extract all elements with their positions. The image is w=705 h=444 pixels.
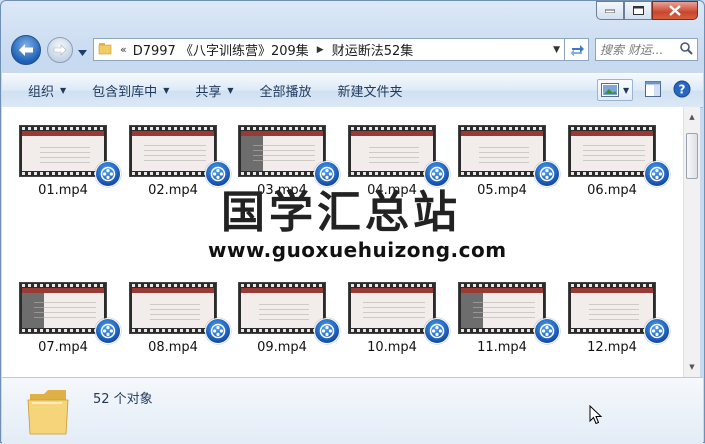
video-thumbnail	[568, 282, 656, 334]
chevron-down-icon: ▼	[163, 86, 170, 95]
file-item[interactable]: 09.mp4	[238, 282, 342, 360]
search-input[interactable]	[600, 42, 676, 57]
file-name: 09.mp4	[257, 340, 307, 355]
toolbar-right-group: ▼ ?	[597, 79, 691, 101]
breadcrumb-current[interactable]: 财运断法52集	[332, 40, 414, 59]
breadcrumb-parent[interactable]: D7997 《八字训练营》209集	[133, 40, 309, 59]
folder-icon	[98, 41, 112, 58]
file-item[interactable]: 12.mp4	[568, 282, 672, 360]
file-item[interactable]: 07.mp4	[19, 282, 123, 360]
file-item[interactable]: 11.mp4	[458, 282, 562, 360]
toolbar-organize[interactable]: 组织 ▼	[28, 81, 66, 100]
chevron-down-icon[interactable]: ▼	[623, 86, 629, 95]
video-thumbnail	[568, 125, 656, 177]
preview-pane-button[interactable]	[645, 80, 661, 100]
chevron-down-icon	[78, 50, 87, 56]
toolbar-play-all[interactable]: 全部播放	[260, 81, 312, 100]
chevron-down-icon: ▼	[60, 86, 67, 95]
toolbar-new-folder[interactable]: 新建文件夹	[338, 81, 403, 100]
close-button[interactable]	[652, 1, 698, 20]
change-view-button[interactable]: ▼	[597, 79, 633, 101]
view-icon	[601, 83, 619, 97]
file-item[interactable]: 02.mp4	[129, 125, 233, 203]
video-thumbnail	[348, 125, 436, 177]
arrow-left-icon	[19, 44, 33, 56]
refresh-icon	[570, 44, 584, 56]
window-caption-buttons	[596, 1, 698, 20]
arrow-right-icon	[53, 44, 67, 56]
svg-text:?: ?	[679, 82, 686, 96]
minimize-icon	[605, 9, 615, 13]
breadcrumb-overflow[interactable]: «	[120, 43, 127, 56]
search-box[interactable]	[595, 38, 698, 61]
video-thumbnail	[19, 125, 107, 177]
maximize-icon	[632, 6, 644, 15]
toolbar-new-folder-label: 新建文件夹	[337, 85, 403, 100]
preview-pane-icon	[645, 80, 661, 97]
toolbar-include-in-library[interactable]: 包含到库中 ▼	[92, 81, 169, 100]
toolbar-include-label: 包含到库中	[92, 85, 158, 100]
help-icon: ?	[673, 80, 691, 97]
scroll-up-icon[interactable]: ▲	[684, 109, 700, 125]
refresh-button[interactable]	[565, 38, 589, 61]
toolbar-organize-label: 组织	[28, 85, 55, 100]
toolbar-share-label: 共享	[195, 85, 222, 100]
file-name: 06.mp4	[587, 183, 637, 198]
video-thumbnail	[238, 282, 326, 334]
watermark-title: 国学汇总站	[221, 187, 461, 238]
file-item[interactable]: 08.mp4	[129, 282, 233, 360]
address-bar[interactable]: « D7997 《八字训练营》209集 ▶ 财运断法52集 ▼	[93, 38, 565, 61]
mouse-cursor-icon	[589, 405, 603, 425]
file-name: 02.mp4	[148, 183, 198, 198]
video-thumbnail	[238, 125, 326, 177]
maximize-button[interactable]	[624, 1, 652, 20]
video-thumbnail	[458, 125, 546, 177]
command-toolbar: 组织 ▼ 包含到库中 ▼ 共享 ▼ 全部播放 新建文件夹 ▼ ?	[2, 73, 703, 108]
scroll-down-icon[interactable]: ▼	[684, 359, 700, 375]
vertical-scrollbar[interactable]: ▲ ▼	[683, 107, 700, 377]
video-thumbnail	[458, 282, 546, 334]
file-name: 12.mp4	[587, 340, 637, 355]
help-button[interactable]: ?	[673, 80, 691, 101]
file-item[interactable]: 06.mp4	[568, 125, 672, 203]
file-name: 11.mp4	[477, 340, 527, 355]
scroll-thumb[interactable]	[686, 133, 698, 179]
file-name: 08.mp4	[148, 340, 198, 355]
breadcrumb-separator-icon[interactable]: ▶	[317, 45, 324, 55]
folder-large-icon	[26, 384, 70, 439]
close-icon	[669, 5, 681, 16]
navigation-bar: « D7997 《八字训练营》209集 ▶ 财运断法52集 ▼	[9, 34, 698, 66]
file-name: 07.mp4	[38, 340, 88, 355]
toolbar-play-all-label: 全部播放	[259, 85, 312, 100]
file-name: 01.mp4	[38, 183, 88, 198]
forward-button[interactable]	[47, 37, 73, 63]
video-thumbnail	[19, 282, 107, 334]
watermark-url: www.guoxuehuizong.com	[208, 238, 507, 262]
item-count: 52 个对象	[93, 392, 153, 407]
search-icon[interactable]	[680, 41, 693, 58]
recent-pages-button[interactable]	[78, 45, 87, 59]
file-item[interactable]: 01.mp4	[19, 125, 123, 203]
video-thumbnail	[129, 282, 217, 334]
video-thumbnail	[348, 282, 436, 334]
chevron-down-icon: ▼	[227, 86, 234, 95]
file-item[interactable]: 10.mp4	[348, 282, 452, 360]
minimize-button[interactable]	[596, 1, 624, 20]
video-thumbnail	[129, 125, 217, 177]
file-name: 10.mp4	[367, 340, 417, 355]
explorer-window: « D7997 《八字训练营》209集 ▶ 财运断法52集 ▼ 组织 ▼ 包含到库…	[0, 0, 705, 444]
address-dropdown-icon[interactable]: ▼	[553, 45, 560, 55]
toolbar-share[interactable]: 共享 ▼	[195, 81, 233, 100]
back-button[interactable]	[11, 35, 41, 65]
